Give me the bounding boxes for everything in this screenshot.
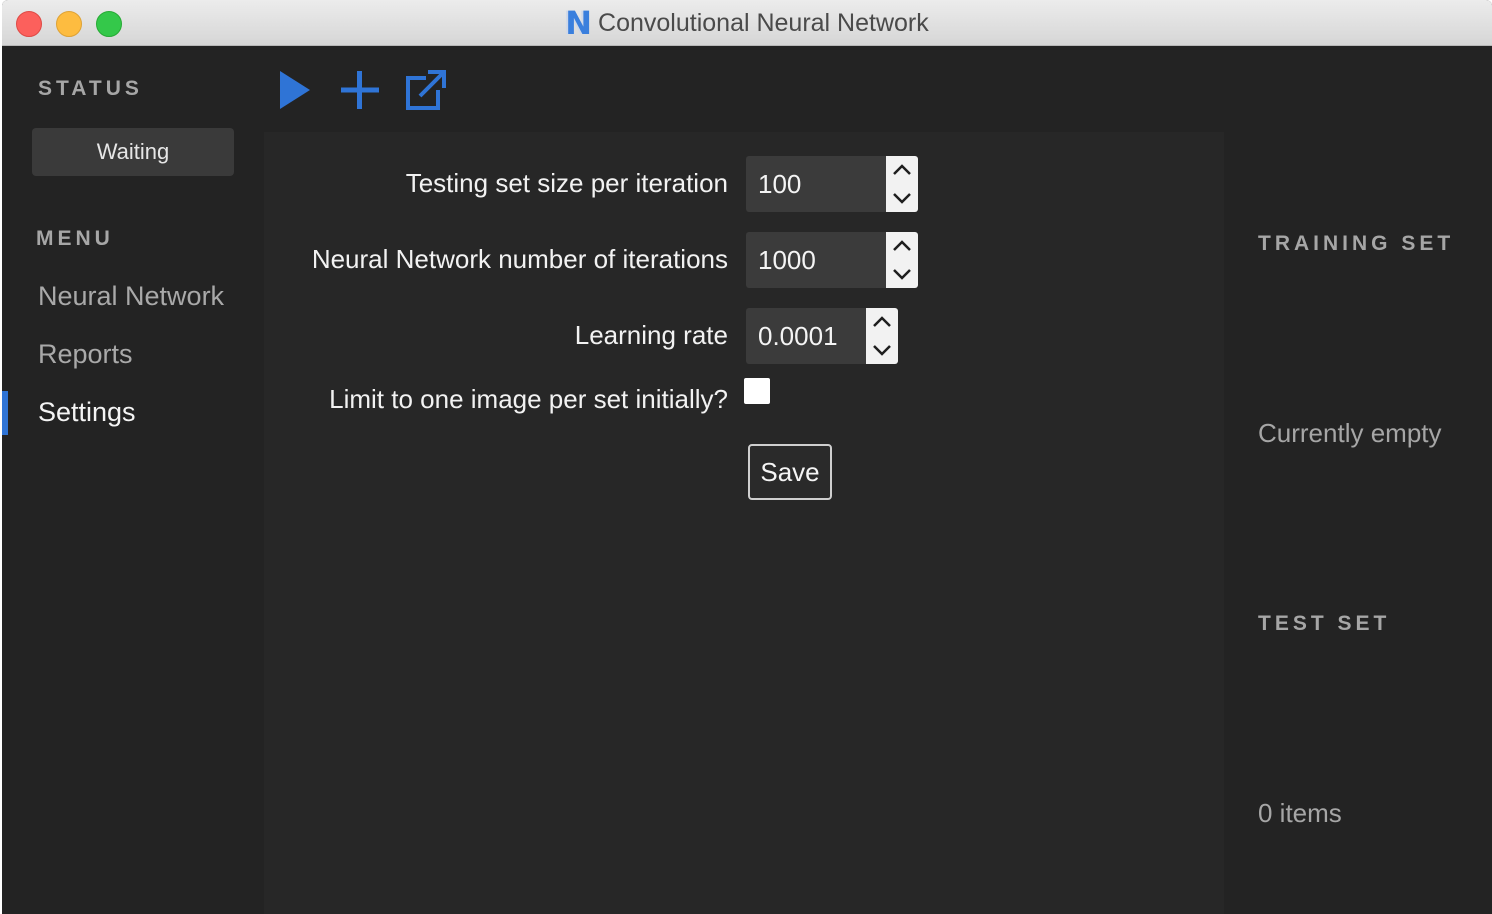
iterations-label: Neural Network number of iterations bbox=[311, 244, 728, 274]
training-set-heading: TRAINING SET bbox=[1258, 232, 1455, 255]
limit-one-image-label: Limit to one image per set initially? bbox=[329, 384, 728, 414]
limit-one-image-checkbox[interactable] bbox=[744, 378, 770, 404]
chevron-up-icon[interactable] bbox=[866, 308, 898, 336]
learning-rate-stepper[interactable] bbox=[866, 308, 898, 364]
external-link-icon[interactable] bbox=[404, 68, 448, 112]
chevron-down-icon[interactable] bbox=[886, 260, 918, 288]
settings-panel: Testing set size per iteration Neural Ne… bbox=[264, 132, 1224, 914]
save-button[interactable]: Save bbox=[748, 444, 832, 500]
chevron-up-icon[interactable] bbox=[886, 232, 918, 260]
testing-set-size-label: Testing set size per iteration bbox=[405, 168, 728, 198]
sidebar: STATUS Waiting MENU Neural Network Repor… bbox=[2, 46, 264, 914]
title-wrap: N Convolutional Neural Network bbox=[2, 0, 1492, 46]
sidebar-item-neural-network[interactable]: Neural Network bbox=[38, 281, 224, 312]
training-set-status: Currently empty bbox=[1258, 418, 1442, 448]
status-heading: STATUS bbox=[38, 77, 143, 100]
testing-set-size-input[interactable] bbox=[746, 156, 886, 212]
test-set-count: 0 items bbox=[1258, 798, 1342, 828]
title-bar: N Convolutional Neural Network bbox=[2, 0, 1492, 46]
test-set-heading: TEST SET bbox=[1258, 612, 1391, 635]
plus-icon[interactable] bbox=[338, 68, 382, 112]
chevron-down-icon[interactable] bbox=[866, 336, 898, 364]
chevron-up-icon[interactable] bbox=[886, 156, 918, 184]
toolbar bbox=[264, 46, 1492, 132]
dataset-panel: TRAINING SET Currently empty TEST SET 0 … bbox=[1224, 132, 1492, 914]
active-item-indicator bbox=[2, 391, 8, 435]
menu-heading: MENU bbox=[36, 227, 114, 250]
sidebar-item-reports[interactable]: Reports bbox=[38, 339, 133, 370]
iterations-input[interactable] bbox=[746, 232, 886, 288]
app-window: N Convolutional Neural Network STATUS Wa… bbox=[2, 0, 1492, 914]
status-badge: Waiting bbox=[32, 128, 234, 176]
iterations-stepper[interactable] bbox=[886, 232, 918, 288]
learning-rate-label: Learning rate bbox=[574, 320, 728, 350]
app-logo-icon: N bbox=[565, 4, 593, 42]
window-title: Convolutional Neural Network bbox=[598, 8, 929, 37]
testing-set-size-stepper[interactable] bbox=[886, 156, 918, 212]
play-icon[interactable] bbox=[276, 68, 320, 112]
sidebar-item-settings[interactable]: Settings bbox=[38, 397, 136, 428]
learning-rate-input[interactable] bbox=[746, 308, 866, 364]
chevron-down-icon[interactable] bbox=[886, 184, 918, 212]
